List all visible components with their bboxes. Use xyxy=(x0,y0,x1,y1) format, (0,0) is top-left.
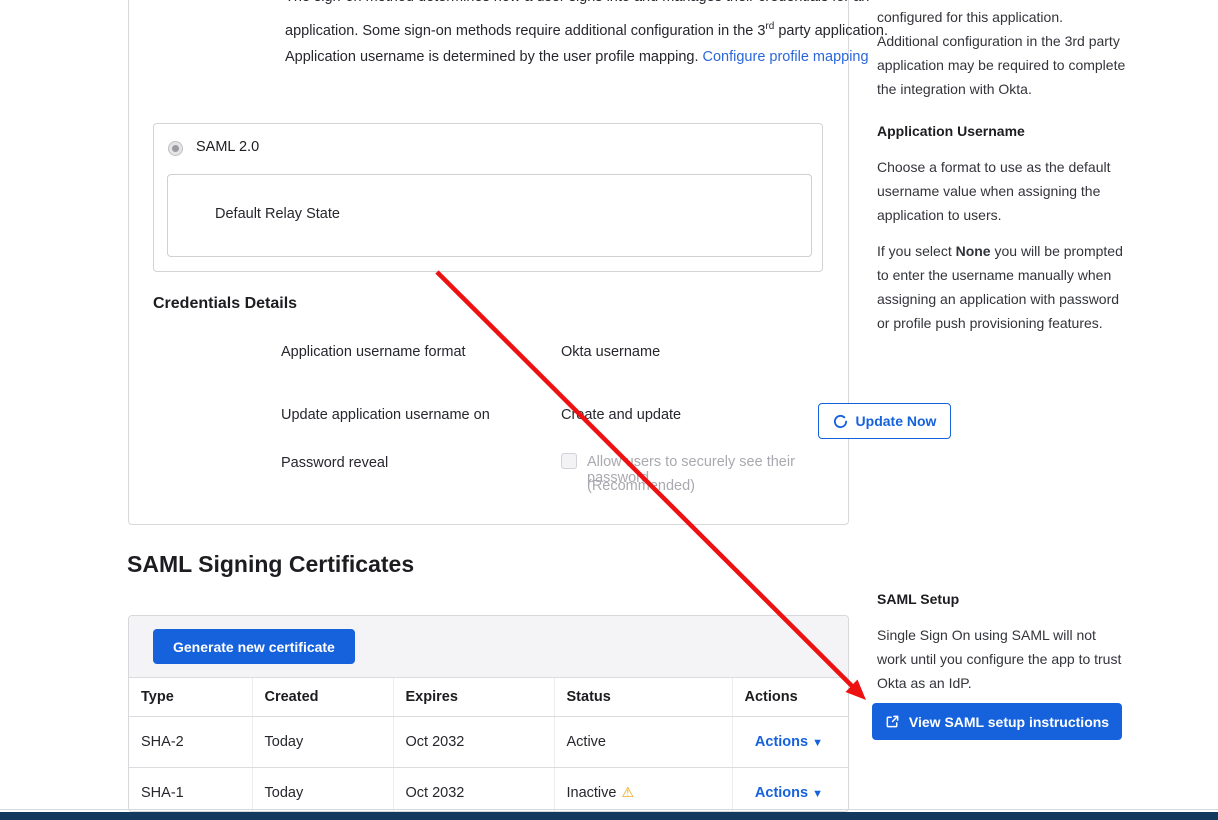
external-link-icon xyxy=(885,714,900,729)
cert-created: Today xyxy=(252,716,393,767)
column-header-type: Type xyxy=(129,678,252,716)
username-format-value: Okta username xyxy=(561,344,660,360)
cert-created: Today xyxy=(252,767,393,812)
password-reveal-checkbox[interactable] xyxy=(561,453,577,469)
cert-expires: Oct 2032 xyxy=(393,716,554,767)
configure-profile-mapping-link[interactable]: Configure profile mapping xyxy=(703,49,869,65)
saml-settings-preview-box: Default Relay State xyxy=(167,174,812,257)
view-saml-setup-instructions-button[interactable]: View SAML setup instructions xyxy=(872,703,1122,740)
application-username-heading: Application Username xyxy=(877,123,1025,139)
table-header-row: Type Created Expires Status Actions xyxy=(129,678,849,716)
chevron-down-icon: ▼ xyxy=(812,788,823,800)
table-row: SHA-2 Today Oct 2032 Active Actions ▼ xyxy=(129,716,849,767)
cert-expires: Oct 2032 xyxy=(393,767,554,812)
cert-status: Inactive xyxy=(567,785,617,801)
column-header-expires: Expires xyxy=(393,678,554,716)
certificates-table: Type Created Expires Status Actions SHA-… xyxy=(129,678,849,812)
sign-on-description: The sign-on method determines how a user… xyxy=(285,0,933,46)
password-reveal-label: Password reveal xyxy=(281,455,388,471)
p2-text: If you select xyxy=(877,243,956,259)
cert-type: SHA-1 xyxy=(129,767,252,812)
saml-setup-heading: SAML Setup xyxy=(877,591,959,607)
saml-method-box: SAML 2.0 Default Relay State xyxy=(153,123,823,272)
update-now-button[interactable]: Update Now xyxy=(818,403,951,439)
actions-label: Actions xyxy=(755,785,808,801)
profile-mapping-text: Application username is determined by th… xyxy=(285,49,703,65)
saml-setup-button-label: View SAML setup instructions xyxy=(909,714,1109,730)
cert-type: SHA-2 xyxy=(129,716,252,767)
cert-status: Active xyxy=(554,716,732,767)
update-now-label: Update Now xyxy=(856,413,937,429)
actions-dropdown[interactable]: Actions ▼ xyxy=(755,785,823,801)
certificates-card: Generate new certificate Type Created Ex… xyxy=(128,615,849,812)
saml-radio-label: SAML 2.0 xyxy=(196,139,259,155)
saml-setup-body: Single Sign On using SAML will not work … xyxy=(877,623,1127,695)
refresh-icon xyxy=(833,414,848,429)
chevron-down-icon: ▼ xyxy=(812,737,823,749)
generate-new-certificate-button[interactable]: Generate new certificate xyxy=(153,629,355,664)
sidebar-intro-text: configured for this application. Additio… xyxy=(877,5,1127,101)
application-username-p2: If you select None you will be prompted … xyxy=(877,239,1127,335)
sign-on-methods-card: The sign-on method determines how a user… xyxy=(128,0,849,525)
warning-icon: ⚠ xyxy=(621,784,634,800)
actions-label: Actions xyxy=(755,734,808,750)
password-reveal-recommended-text: (Recommended) xyxy=(587,478,695,494)
p2-bold-none: None xyxy=(956,243,991,259)
certificates-card-header: Generate new certificate xyxy=(129,616,848,678)
default-relay-state-label: Default Relay State xyxy=(215,206,340,222)
column-header-status: Status xyxy=(554,678,732,716)
table-row: SHA-1 Today Oct 2032 Inactive⚠ Actions ▼ xyxy=(129,767,849,812)
saml-radio-button[interactable] xyxy=(168,141,183,156)
credentials-details-heading: Credentials Details xyxy=(153,295,297,313)
saml-signing-certificates-heading: SAML Signing Certificates xyxy=(127,551,414,578)
column-header-actions: Actions xyxy=(732,678,849,716)
viewport-bottom-divider xyxy=(0,809,1218,810)
update-username-on-value: Create and update xyxy=(561,407,681,423)
page: The sign-on method determines how a user… xyxy=(0,0,1218,820)
update-username-on-label: Update application username on xyxy=(281,407,490,423)
ordinal-superscript: rd xyxy=(765,21,774,32)
actions-dropdown[interactable]: Actions ▼ xyxy=(755,734,823,750)
application-username-p1: Choose a format to use as the default us… xyxy=(877,155,1127,227)
profile-mapping-line: Application username is determined by th… xyxy=(285,42,945,72)
sign-on-description-tail: party application. xyxy=(774,23,888,39)
username-format-label: Application username format xyxy=(281,344,466,360)
column-header-created: Created xyxy=(252,678,393,716)
browser-bottom-bar xyxy=(0,812,1218,820)
